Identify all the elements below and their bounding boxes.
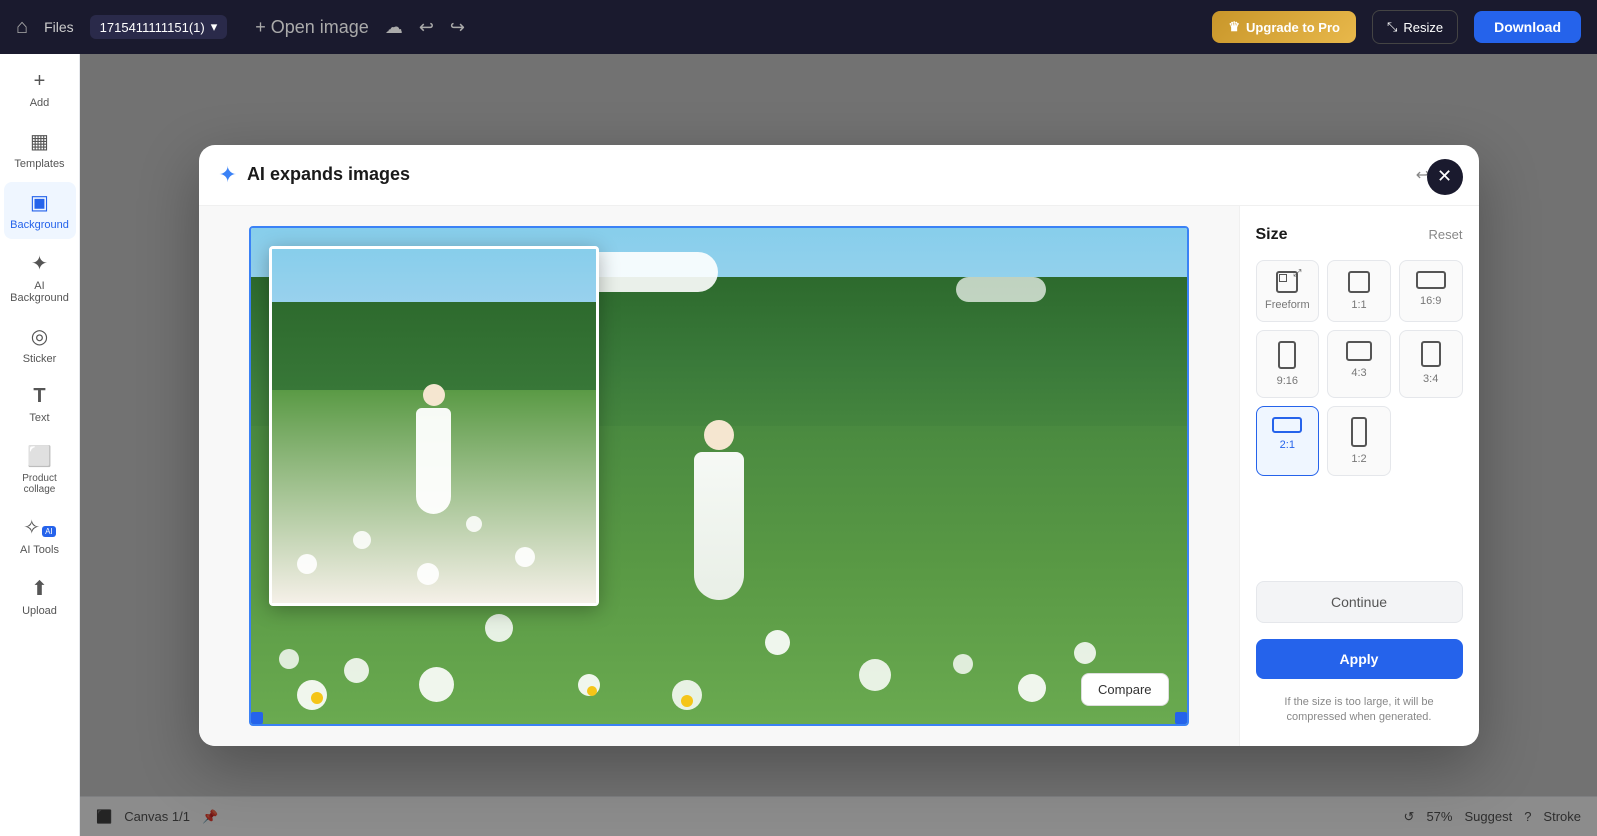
background-icon: ▣ — [30, 190, 49, 215]
panel-note: If the size is too large, it will be com… — [1256, 695, 1463, 726]
add-icon: + — [34, 70, 46, 93]
templates-icon: ▦ — [30, 129, 49, 154]
product-collage-icon: ⬜ — [27, 444, 52, 469]
sticker-icon: ◎ — [31, 324, 48, 349]
open-image-button[interactable]: + Open image — [251, 13, 373, 42]
redo-button[interactable]: ↪ — [446, 13, 469, 42]
topbar-actions: + Open image ☁ ↩ ↪ — [251, 13, 469, 42]
filename-display[interactable]: 1715411111151(1) ▾ — [90, 15, 228, 39]
sidebar-item-label: Templates — [14, 158, 64, 170]
modal-title: AI expands images — [247, 164, 1402, 185]
ai-expand-modal: ✦ AI expands images ↩ ↪ ✕ — [199, 145, 1479, 746]
sidebar-item-templates[interactable]: ▦ Templates — [4, 121, 76, 178]
modal-close-button[interactable]: ✕ — [1427, 159, 1463, 195]
sidebar-item-label: Background — [10, 219, 69, 231]
modal-header: ✦ AI expands images ↩ ↪ ✕ — [199, 145, 1479, 206]
size-option-34[interactable]: 3:4 — [1399, 330, 1463, 398]
image-area: Compare — [199, 206, 1239, 746]
size-label-34: 3:4 — [1423, 373, 1438, 385]
sidebar-item-product-collage[interactable]: ⬜ Product collage — [4, 436, 76, 503]
size-option-11[interactable]: 1:1 — [1327, 260, 1391, 322]
compare-button[interactable]: Compare — [1081, 673, 1168, 706]
ai-background-icon: ✦ — [31, 251, 48, 276]
size-option-freeform[interactable]: ⤢ Freeform — [1256, 260, 1320, 322]
sidebar-item-label: Add — [30, 97, 50, 109]
home-button[interactable]: ⌂ — [16, 16, 28, 39]
panel-title: Size — [1256, 226, 1288, 244]
expanded-image-container: Compare — [249, 226, 1189, 726]
cloud-icon[interactable]: ☁ — [381, 13, 407, 42]
size-option-43[interactable]: 4:3 — [1327, 330, 1391, 398]
upload-icon: ⬆ — [31, 576, 48, 601]
resize-button[interactable]: ⤡ Resize — [1372, 10, 1458, 44]
size-label-21: 2:1 — [1280, 439, 1295, 451]
sidebar-item-ai-background[interactable]: ✦ AI Background — [4, 243, 76, 312]
sidebar-item-add[interactable]: + Add — [4, 62, 76, 117]
undo-button[interactable]: ↩ — [415, 13, 438, 42]
panel-header: Size Reset — [1256, 226, 1463, 244]
sidebar-item-text[interactable]: T Text — [4, 377, 76, 432]
sidebar-item-label: Sticker — [23, 353, 57, 365]
files-label[interactable]: Files — [44, 19, 74, 35]
size-panel: Size Reset ⤢ Freeform — [1239, 206, 1479, 746]
upgrade-button[interactable]: ♛ Upgrade to Pro — [1212, 11, 1356, 43]
sidebar-item-label: Text — [29, 412, 49, 424]
modal-body: Compare Size Reset ⤢ — [199, 206, 1479, 746]
size-option-12[interactable]: 1:2 — [1327, 406, 1391, 476]
topbar: ⌂ Files 1715411111151(1) ▾ + Open image … — [0, 0, 1597, 54]
sidebar-item-ai-tools[interactable]: ✧AI AI Tools — [4, 507, 76, 564]
size-label-12: 1:2 — [1351, 453, 1366, 465]
text-icon: T — [33, 385, 45, 408]
sidebar: + Add ▦ Templates ▣ Background ✦ AI Back… — [0, 54, 80, 836]
sidebar-item-label: Product collage — [8, 473, 72, 495]
resize-icon: ⤡ — [1387, 19, 1397, 35]
continue-button[interactable]: Continue — [1256, 581, 1463, 623]
crown-icon: ♛ — [1228, 19, 1240, 35]
size-label-43: 4:3 — [1351, 367, 1366, 379]
size-label-916: 9:16 — [1277, 375, 1298, 387]
size-options-grid: ⤢ Freeform 1:1 — [1256, 260, 1463, 476]
size-label-freeform: Freeform — [1265, 299, 1310, 311]
sidebar-item-label: AI Tools — [20, 544, 59, 556]
size-label-169: 16:9 — [1420, 295, 1441, 307]
ai-logo-icon: ✦ — [219, 162, 237, 188]
size-option-169[interactable]: 16:9 — [1399, 260, 1463, 322]
sidebar-item-label: Upload — [22, 605, 57, 617]
apply-button[interactable]: Apply — [1256, 639, 1463, 679]
reset-button[interactable]: Reset — [1429, 227, 1463, 242]
size-option-21[interactable]: 2:1 — [1256, 406, 1320, 476]
sidebar-item-background[interactable]: ▣ Background — [4, 182, 76, 239]
ai-tools-icon: ✧AI — [23, 515, 55, 540]
modal-overlay: ✦ AI expands images ↩ ↪ ✕ — [80, 54, 1597, 836]
sidebar-item-upload[interactable]: ⬆ Upload — [4, 568, 76, 625]
sidebar-item-label: AI Background — [8, 280, 72, 304]
sidebar-item-sticker[interactable]: ◎ Sticker — [4, 316, 76, 373]
original-image-thumbnail — [269, 246, 599, 606]
download-button[interactable]: Download — [1474, 11, 1581, 43]
size-option-916[interactable]: 9:16 — [1256, 330, 1320, 398]
size-label-11: 1:1 — [1351, 299, 1366, 311]
